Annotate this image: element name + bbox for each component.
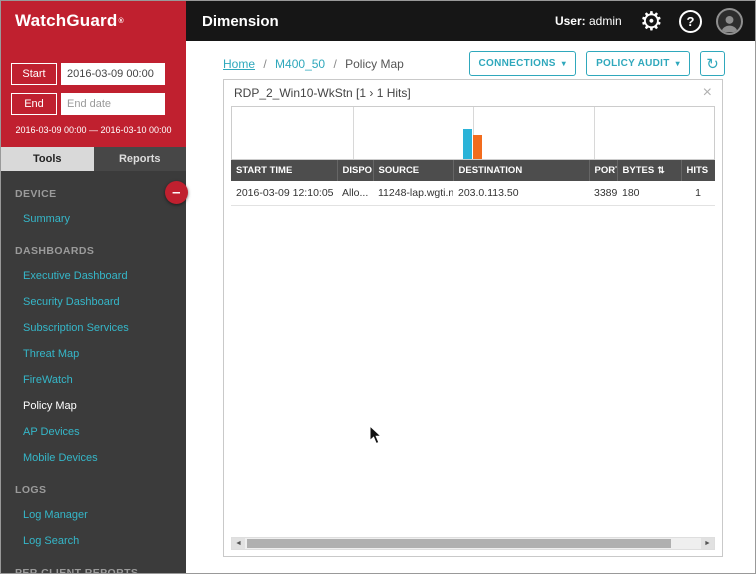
- breadcrumb-home[interactable]: Home: [223, 57, 255, 71]
- user-label: User:: [554, 14, 586, 28]
- column-header-bytes[interactable]: BYTES ⇅: [617, 160, 682, 181]
- sort-icon: ⇅: [657, 165, 665, 175]
- settings-gear-icon[interactable]: ⚙: [640, 8, 663, 34]
- user-avatar-icon[interactable]: [716, 7, 743, 35]
- breadcrumb-device[interactable]: M400_50: [275, 57, 325, 71]
- section-per-client-reports: PER CLIENT REPORTS: [15, 567, 139, 574]
- main-content: Home / M400_50 / Policy Map CONNECTIONS …: [186, 41, 755, 573]
- column-header-start-time[interactable]: START TIME: [231, 160, 338, 181]
- horizontal-scrollbar[interactable]: ◄ ►: [231, 537, 715, 550]
- sidebar: Start End 2016-03-09 00:00 — 2016-03-10 …: [1, 41, 188, 574]
- collapse-sidebar-button[interactable]: –: [165, 181, 188, 204]
- sidebar-item-summary[interactable]: Summary: [1, 206, 186, 232]
- scrollbar-track[interactable]: [245, 538, 701, 549]
- column-header-port[interactable]: PORT: [589, 160, 618, 181]
- chart-gridline: [593, 107, 595, 159]
- breadcrumb-current: Policy Map: [345, 56, 404, 71]
- sidebar-item-security-dashboard[interactable]: Security Dashboard: [1, 289, 186, 315]
- section-device-label: DEVICE: [15, 188, 57, 200]
- chart-bar-cyan: [463, 129, 473, 159]
- sidebar-item-threat-map[interactable]: Threat Map: [1, 341, 186, 367]
- column-header-disposition[interactable]: DISPO: [337, 160, 374, 181]
- connections-table: START TIME DISPO SOURCE DESTINATION PORT…: [231, 160, 715, 206]
- chevron-down-icon: ▾: [561, 59, 567, 68]
- sidebar-item-mobile-devices[interactable]: Mobile Devices: [1, 445, 186, 471]
- section-device: DEVICE –: [1, 175, 188, 206]
- chart-bar-orange: [473, 135, 483, 159]
- scrollbar-thumb[interactable]: [247, 539, 672, 548]
- tab-tools[interactable]: Tools: [1, 147, 94, 171]
- cell-source: 11248-lap.wgti.net: [373, 181, 453, 206]
- registered-mark: ®: [118, 17, 124, 25]
- app-title: Dimension: [202, 12, 279, 30]
- chevron-down-icon: ▾: [675, 59, 680, 68]
- connections-button[interactable]: CONNECTIONS ▾: [468, 51, 577, 76]
- start-date-button[interactable]: Start: [11, 63, 57, 85]
- sidebar-tabs: Tools Reports: [1, 147, 186, 171]
- person-icon: [721, 15, 738, 32]
- scroll-left-icon[interactable]: ◄: [232, 538, 245, 549]
- sidebar-item-subscription-services[interactable]: Subscription Services: [1, 315, 186, 341]
- breadcrumb-separator: /: [333, 56, 337, 71]
- help-icon[interactable]: ?: [679, 9, 702, 33]
- column-header-destination[interactable]: DESTINATION: [453, 160, 590, 181]
- end-date-button[interactable]: End: [11, 93, 57, 115]
- main-topbar: Home / M400_50 / Policy Map CONNECTIONS …: [223, 51, 725, 76]
- section-dashboards: DASHBOARDS: [15, 245, 95, 257]
- section-logs: LOGS: [15, 484, 47, 496]
- scroll-right-icon[interactable]: ►: [701, 538, 714, 549]
- sidebar-item-firewatch[interactable]: FireWatch: [1, 367, 186, 393]
- sidebar-item-log-manager[interactable]: Log Manager: [1, 502, 186, 528]
- connections-button-label: CONNECTIONS: [478, 58, 556, 69]
- sidebar-item-policy-map[interactable]: Policy Map: [1, 393, 186, 419]
- policy-audit-button-label: POLICY AUDIT: [596, 58, 670, 69]
- date-range-panel: Start End 2016-03-09 00:00 — 2016-03-10 …: [1, 41, 186, 147]
- tab-reports[interactable]: Reports: [93, 147, 186, 171]
- start-date-input[interactable]: [61, 63, 165, 85]
- logo-text: WatchGuard: [15, 11, 118, 30]
- column-header-hits[interactable]: HITS: [681, 160, 715, 181]
- cell-destination: 203.0.113.50: [453, 181, 589, 206]
- cell-port: 3389: [589, 181, 617, 206]
- selected-range-text: 2016-03-09 00:00 — 2016-03-10 00:00: [15, 125, 172, 135]
- end-date-input[interactable]: [61, 93, 165, 115]
- header-bar: Dimension User: admin ⚙ ?: [186, 1, 755, 41]
- panel-title: RDP_2_Win10-WkStn [1 › 1 Hits]: [234, 86, 411, 100]
- sidebar-item-executive-dashboard[interactable]: Executive Dashboard: [1, 263, 186, 289]
- close-icon[interactable]: ×: [703, 85, 712, 101]
- watchguard-logo: WatchGuard ®: [1, 1, 186, 41]
- app-window: WatchGuard ® Dimension User: admin ⚙ ? St…: [0, 0, 756, 574]
- cell-start-time: 2016-03-09 12:10:05: [231, 181, 337, 206]
- table-row[interactable]: 2016-03-09 12:10:05 Allo... 11248-lap.wg…: [231, 181, 715, 206]
- policy-detail-panel: RDP_2_Win10-WkStn [1 › 1 Hits] × START T…: [223, 79, 723, 557]
- user-name: admin: [589, 14, 622, 28]
- sidebar-item-ap-devices[interactable]: AP Devices: [1, 419, 186, 445]
- refresh-icon: ↻: [706, 55, 719, 73]
- sidebar-nav: DEVICE – Summary DASHBOARDS Executive Da…: [1, 171, 188, 574]
- cell-hits: 1: [681, 181, 715, 206]
- sidebar-item-log-search[interactable]: Log Search: [1, 528, 186, 554]
- user-info: User: admin: [555, 14, 622, 28]
- page-actions: CONNECTIONS ▾ POLICY AUDIT ▾ ↻: [468, 51, 725, 76]
- breadcrumb: Home / M400_50 / Policy Map: [223, 57, 404, 71]
- hits-timeline-chart: [231, 106, 715, 160]
- column-header-source[interactable]: SOURCE: [373, 160, 454, 181]
- breadcrumb-separator: /: [263, 56, 267, 71]
- chart-gridline: [352, 107, 354, 159]
- policy-audit-button[interactable]: POLICY AUDIT ▾: [586, 51, 690, 76]
- table-header-row: START TIME DISPO SOURCE DESTINATION PORT…: [231, 160, 715, 181]
- refresh-button[interactable]: ↻: [700, 51, 725, 76]
- cell-bytes: 180: [617, 181, 681, 206]
- cell-disposition: Allo...: [337, 181, 373, 206]
- bytes-label: BYTES: [622, 165, 655, 176]
- top-header: WatchGuard ® Dimension User: admin ⚙ ?: [1, 1, 755, 41]
